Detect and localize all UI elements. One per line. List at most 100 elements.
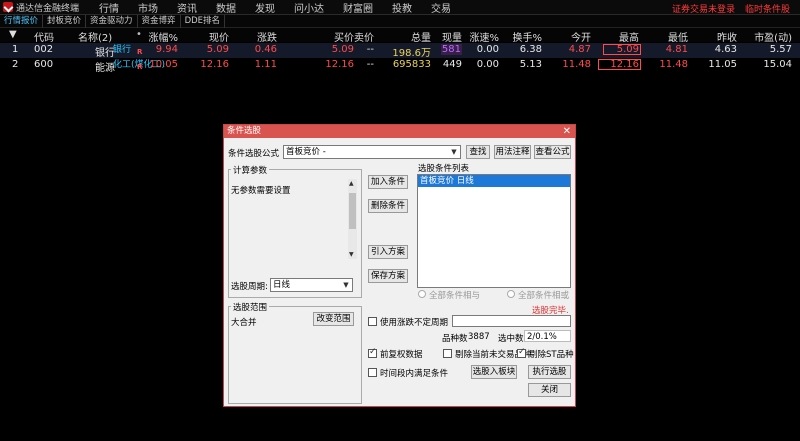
delete-condition-button[interactable]: 删除条件	[368, 199, 408, 213]
menu-wenxiaoda[interactable]: 问小达	[294, 0, 324, 15]
formula-select[interactable]: 首板竞价 - ▼	[283, 145, 461, 159]
menu-faxian[interactable]: 发现	[255, 0, 275, 15]
view-formula-button[interactable]: 查看公式	[534, 145, 571, 159]
row-pe: 15.04	[763, 59, 792, 70]
radio-or[interactable]	[507, 290, 515, 298]
trade-login-link[interactable]: 证券交易未登录	[672, 2, 735, 15]
scroll-up-icon[interactable]: ▲	[349, 180, 354, 187]
row-change: 1.11	[254, 59, 277, 70]
row-number: 2	[12, 59, 19, 70]
row-high: 12.16	[598, 59, 641, 70]
time-period-label: 时间段内满足条件	[380, 369, 449, 379]
row-name: 能源	[95, 63, 115, 74]
tab-capital-game[interactable]: 资金博弈	[138, 14, 181, 28]
menu-shichang[interactable]: 市场	[138, 0, 158, 15]
range-value: 大合并	[231, 318, 257, 328]
pre-adjust-label: 前复权数据	[380, 350, 423, 360]
tab-dde-rank[interactable]: DDE排名	[181, 14, 226, 28]
menu-caifuquan[interactable]: 财富圈	[343, 0, 373, 15]
to-sector-button[interactable]: 选股入板块	[471, 365, 517, 379]
usage-button[interactable]: 用法注释	[494, 145, 531, 159]
row-bid: 5.09	[331, 44, 354, 55]
col-high[interactable]: 最高	[619, 29, 639, 44]
col-code[interactable]: 代码	[34, 29, 54, 44]
row-bid: 12.16	[325, 59, 354, 70]
time-period-checkbox[interactable]	[368, 368, 377, 377]
params-text: 无参数需要设置	[231, 186, 291, 196]
menu-jiaoyi[interactable]: 交易	[431, 0, 451, 15]
sort-indicator-icon[interactable]: ▼	[9, 29, 17, 40]
col-open[interactable]: 今开	[571, 29, 591, 44]
col-dot[interactable]: •	[136, 29, 142, 40]
col-price[interactable]: 现价	[209, 29, 229, 44]
menubar: 通达信金融终端 行情 市场 资讯 数据 发现 问小达 财富圈 投教 交易 证券交…	[0, 0, 800, 15]
close-icon[interactable]: ✕	[563, 125, 571, 138]
row-flag: R	[137, 48, 143, 56]
list-item[interactable]: 首板竞价 日线	[418, 175, 570, 187]
remove-st-checkbox[interactable]	[517, 347, 526, 358]
col-volume[interactable]: 总量	[411, 29, 431, 44]
row-price: 12.16	[200, 59, 229, 70]
row-sector-tag: 银行	[113, 45, 132, 55]
tab-limit-auction[interactable]: 封板竞价	[43, 14, 87, 28]
radio-or-label: 全部条件相或	[518, 291, 570, 301]
row-pct: 10.05	[149, 59, 178, 70]
selected-label: 选中数	[498, 334, 524, 344]
use-period-checkbox[interactable]	[368, 317, 377, 326]
remove-untraded-checkbox[interactable]	[443, 349, 452, 358]
col-low[interactable]: 最低	[668, 29, 688, 44]
count-value: 3887	[468, 332, 490, 342]
col-prev-close[interactable]: 昨收	[717, 29, 737, 44]
col-cur-vol[interactable]: 现量	[442, 29, 462, 44]
col-change[interactable]: 涨跌	[257, 29, 277, 44]
scroll-thumb[interactable]	[349, 193, 356, 229]
radio-and-label: 全部条件相与	[429, 291, 481, 301]
col-ask[interactable]: 卖价	[354, 29, 374, 44]
range-group-label: 选股范围	[231, 301, 270, 313]
params-scrollbar[interactable]: ▲ ▼	[348, 179, 357, 259]
dialog-titlebar[interactable]: 条件选股 ✕	[224, 125, 575, 138]
find-button[interactable]: 查找	[466, 145, 490, 159]
menu-hangqing[interactable]: 行情	[99, 0, 119, 15]
formula-value: 首板竞价 -	[286, 147, 326, 157]
menu-shuju[interactable]: 数据	[216, 0, 236, 15]
cond-list[interactable]: 首板竞价 日线	[417, 174, 571, 288]
add-condition-button[interactable]: 加入条件	[368, 175, 408, 189]
temp-condition-link[interactable]: 临时条件股	[745, 2, 790, 15]
chevron-down-icon[interactable]: ▼	[449, 147, 459, 157]
col-pe[interactable]: 市盈(动)	[754, 29, 792, 44]
scroll-down-icon[interactable]: ▼	[349, 251, 354, 258]
col-pct[interactable]: 涨幅%	[148, 29, 178, 44]
row-volume: 198.6万	[392, 48, 431, 59]
radio-and[interactable]	[418, 290, 426, 298]
col-name[interactable]: 名称(2)	[78, 29, 112, 44]
tab-quotes[interactable]: 行情报价	[0, 14, 44, 28]
row-prev-close: 4.63	[714, 44, 737, 55]
period-range-field[interactable]	[452, 315, 571, 327]
import-plan-button[interactable]: 引入方案	[368, 245, 408, 259]
row-turnover: 6.38	[519, 44, 542, 55]
period-select[interactable]: 日线 ▼	[270, 278, 353, 292]
app-logo-icon	[3, 2, 13, 12]
pre-adjust-checkbox[interactable]	[368, 347, 377, 358]
tab-capital-drive[interactable]: 资金驱动力	[86, 14, 138, 28]
menu-toujiao[interactable]: 投教	[392, 0, 412, 15]
row-cur-vol: 449	[442, 59, 462, 70]
table-row[interactable]: 1 002 银行 银行 R 9.94 5.09 0.46 5.09 -- 198…	[0, 43, 800, 59]
col-speed[interactable]: 涨速%	[469, 29, 499, 44]
close-button[interactable]: 关闭	[528, 383, 571, 397]
use-period-label: 使用涨跌不定周期	[380, 318, 449, 328]
table-row[interactable]: 2 600 能源 化工(煤化工) R 10.05 12.16 1.11 12.1…	[0, 58, 800, 74]
selected-value: 2/0.1%	[524, 330, 571, 342]
row-high: 5.09	[602, 44, 641, 55]
change-range-button[interactable]: 改变范围	[313, 312, 354, 326]
row-pct: 9.94	[155, 44, 178, 55]
params-group-label: 计算参数	[231, 164, 270, 176]
col-turnover[interactable]: 换手%	[512, 29, 542, 44]
chevron-down-icon[interactable]: ▼	[341, 280, 351, 290]
save-plan-button[interactable]: 保存方案	[368, 269, 408, 283]
col-bid[interactable]: 买价	[334, 29, 354, 44]
row-pe: 5.57	[769, 44, 792, 55]
menu-zixun[interactable]: 资讯	[177, 0, 197, 15]
execute-button[interactable]: 执行选股	[528, 365, 571, 379]
